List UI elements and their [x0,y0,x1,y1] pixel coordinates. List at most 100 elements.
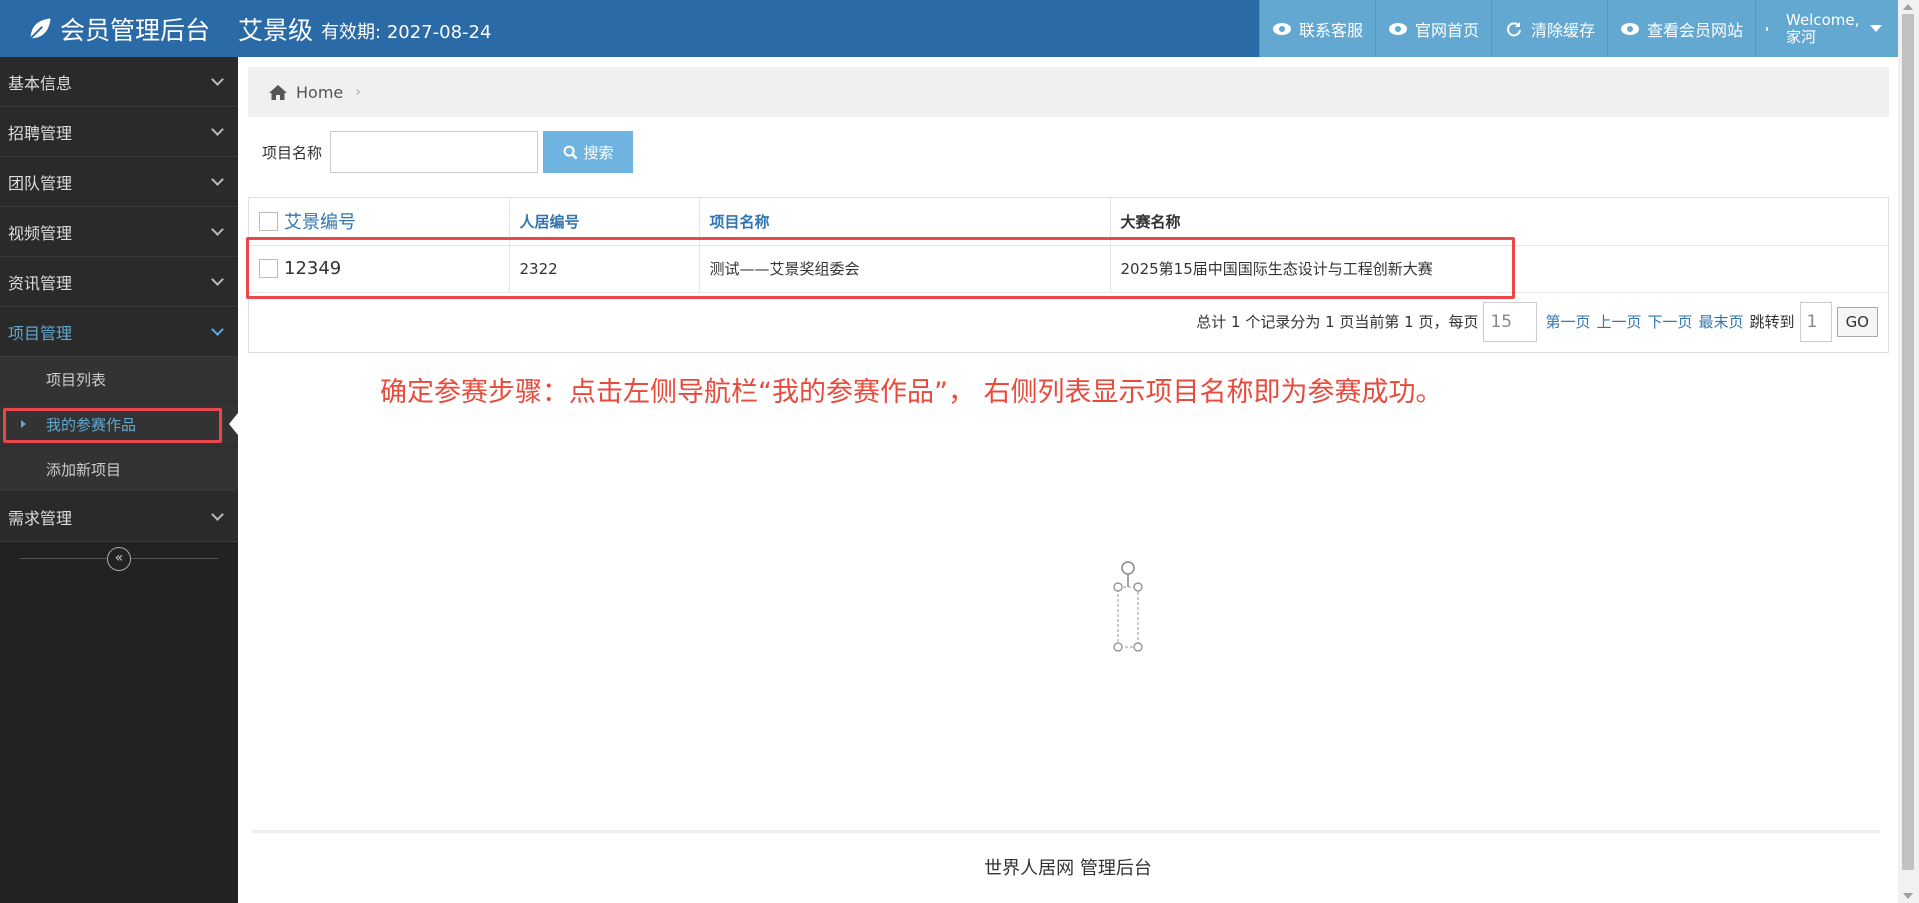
sidebar-subitem-project-list[interactable]: 项目列表 [0,357,238,402]
col-contest-name: 大赛名称 [1110,198,1888,246]
official-home-label: 官网首页 [1414,20,1479,40]
sidebar-item-label: 项目管理 [8,323,73,343]
search-button-label: 搜索 [583,143,614,162]
clear-cache-label: 清除缓存 [1530,20,1595,40]
col-renju-id[interactable]: 人居编号 [509,198,700,246]
annotation-text: 确定参赛步骤：点击左侧导航栏“我的参赛作品”， 右侧列表显示项目名称即为参赛成功… [380,377,1443,408]
aijing-id-value: 12349 [284,258,342,279]
sidebar-item-label: 需求管理 [8,508,73,528]
sidebar-item-projects[interactable]: 项目管理 [0,307,238,357]
user-status-dot [1766,26,1768,31]
user-menu[interactable]: Welcome, 家河 [1755,0,1898,57]
footer-divider [252,830,1880,833]
caret-right-icon [21,420,26,428]
scroll-down-icon[interactable] [1903,893,1913,899]
sidebar-item-video[interactable]: 视频管理 [0,207,238,257]
chevron-down-icon [211,122,224,136]
sidebar-subitem-add-project[interactable]: 添加新项目 [0,447,238,492]
pagination: 总计 1 个记录分为 1 页当前第 1 页，每页 15 第一页 上一页 下一页 … [249,293,1888,351]
sidebar-subitem-label: 添加新项目 [46,460,122,479]
col-aijing-id-label: 艾景编号 [284,212,356,234]
row-checkbox[interactable] [259,259,278,278]
contact-service-button[interactable]: 联系客服 [1258,0,1375,57]
leaf-icon [30,18,51,39]
sidebar-item-recruitment[interactable]: 招聘管理 [0,107,238,157]
prev-page-link[interactable]: 上一页 [1597,311,1642,332]
table-header-row: 艾景编号 人居编号 项目名称 大赛名称 [249,198,1888,246]
cell-project-name: 测试——艾景奖组委会 [699,245,1111,293]
col-contest-name-label: 大赛名称 [1120,212,1181,231]
go-button[interactable]: GO [1836,306,1878,337]
col-aijing-id[interactable]: 艾景编号 [249,198,510,246]
cell-renju-id: 2322 [509,245,700,293]
cell-aijing-id: 12349 [249,245,510,293]
scroll-thumb[interactable] [1902,14,1914,870]
sidebar-subitem-my-entries[interactable]: 我的参赛作品 [0,402,238,447]
chevron-down-icon [211,222,224,236]
sidebar-collapse-bar: « [0,542,238,576]
sidebar-item-label: 招聘管理 [8,123,73,143]
sidebar-item-basic-info[interactable]: 基本信息 [0,57,238,107]
contact-service-label: 联系客服 [1298,20,1363,40]
home-icon [269,84,287,100]
pager-summary: 总计 1 个记录分为 1 页当前第 1 页，每页 [1196,313,1479,331]
eye-icon [1272,22,1291,35]
clear-cache-button[interactable]: 清除缓存 [1490,0,1607,57]
refresh-icon [1507,21,1521,36]
cell-contest-name: 2025第15届中国国际生态设计与工程创新大赛 [1110,245,1888,293]
search-bar: 项目名称 搜索 [262,131,634,173]
welcome-text: Welcome, [1786,10,1860,29]
jump-label: 跳转到 [1749,313,1795,331]
breadcrumb: Home › [248,67,1889,117]
expiry-date: 有效期: 2027-08-24 [321,21,492,43]
breadcrumb-home-link[interactable]: Home [296,83,343,102]
chevron-down-icon [211,172,224,186]
user-welcome: Welcome, 家河 [1786,10,1860,46]
project-name-input[interactable] [330,131,539,173]
sidebar-item-team[interactable]: 团队管理 [0,157,238,207]
entries-table: 艾景编号 人居编号 项目名称 大赛名称 12349 2322 测试——艾景奖组委… [248,197,1889,353]
sidebar-item-label: 资讯管理 [8,273,73,293]
sidebar-item-requirements[interactable]: 需求管理 [0,492,238,542]
page-scrollbar[interactable] [1898,0,1919,903]
first-page-link[interactable]: 第一页 [1545,311,1590,332]
search-label: 项目名称 [262,143,323,162]
sidebar-subitem-label: 我的参赛作品 [46,415,137,434]
app-title: 会员管理后台 [60,15,211,45]
eye-icon [1620,22,1639,35]
double-chevron-left-icon[interactable]: « [107,547,131,571]
jump-page-input[interactable]: 1 [1799,301,1832,342]
sidebar: 基本信息 招聘管理 团队管理 视频管理 资讯管理 项目管理 项目列表 我的参赛作… [0,57,238,903]
caret-down-icon [1870,25,1882,32]
footer-text: 世界人居网 管理后台 [984,858,1152,879]
next-page-link[interactable]: 下一页 [1648,311,1693,332]
main-content: Home › 项目名称 搜索 艾景编号 人居编号 项目名称 大赛名称 12349… [238,57,1898,903]
col-project-name[interactable]: 项目名称 [699,198,1111,246]
breadcrumb-separator: › [355,84,361,100]
select-all-checkbox[interactable] [259,211,278,231]
header-actions: 联系客服 官网首页 清除缓存 查看会员网站 Welcome, 家河 [1258,0,1898,57]
eye-icon [1388,22,1407,35]
brand: 会员管理后台 艾景级 有效期: 2027-08-24 [0,0,491,57]
member-name: 艾景级 [238,15,314,45]
selection-handles-shape[interactable] [1108,557,1148,657]
chevron-down-icon [211,272,224,286]
user-name: 家河 [1786,27,1817,46]
view-member-site-button[interactable]: 查看会员网站 [1606,0,1755,57]
search-icon [563,145,577,159]
sidebar-item-label: 团队管理 [8,173,73,193]
active-pointer [229,413,238,435]
scroll-up-icon[interactable] [1903,4,1913,10]
chevron-down-icon [211,507,224,521]
per-page-input[interactable]: 15 [1483,301,1538,342]
last-page-link[interactable]: 最末页 [1699,311,1744,332]
sidebar-item-label: 基本信息 [8,73,73,93]
col-project-name-label: 项目名称 [709,212,770,231]
official-home-button[interactable]: 官网首页 [1374,0,1491,57]
chevron-down-icon [211,322,224,336]
chevron-down-icon [211,72,224,86]
search-button[interactable]: 搜索 [543,131,634,173]
sidebar-subitem-label: 项目列表 [46,370,107,389]
sidebar-item-news[interactable]: 资讯管理 [0,257,238,307]
view-member-site-label: 查看会员网站 [1646,20,1743,40]
